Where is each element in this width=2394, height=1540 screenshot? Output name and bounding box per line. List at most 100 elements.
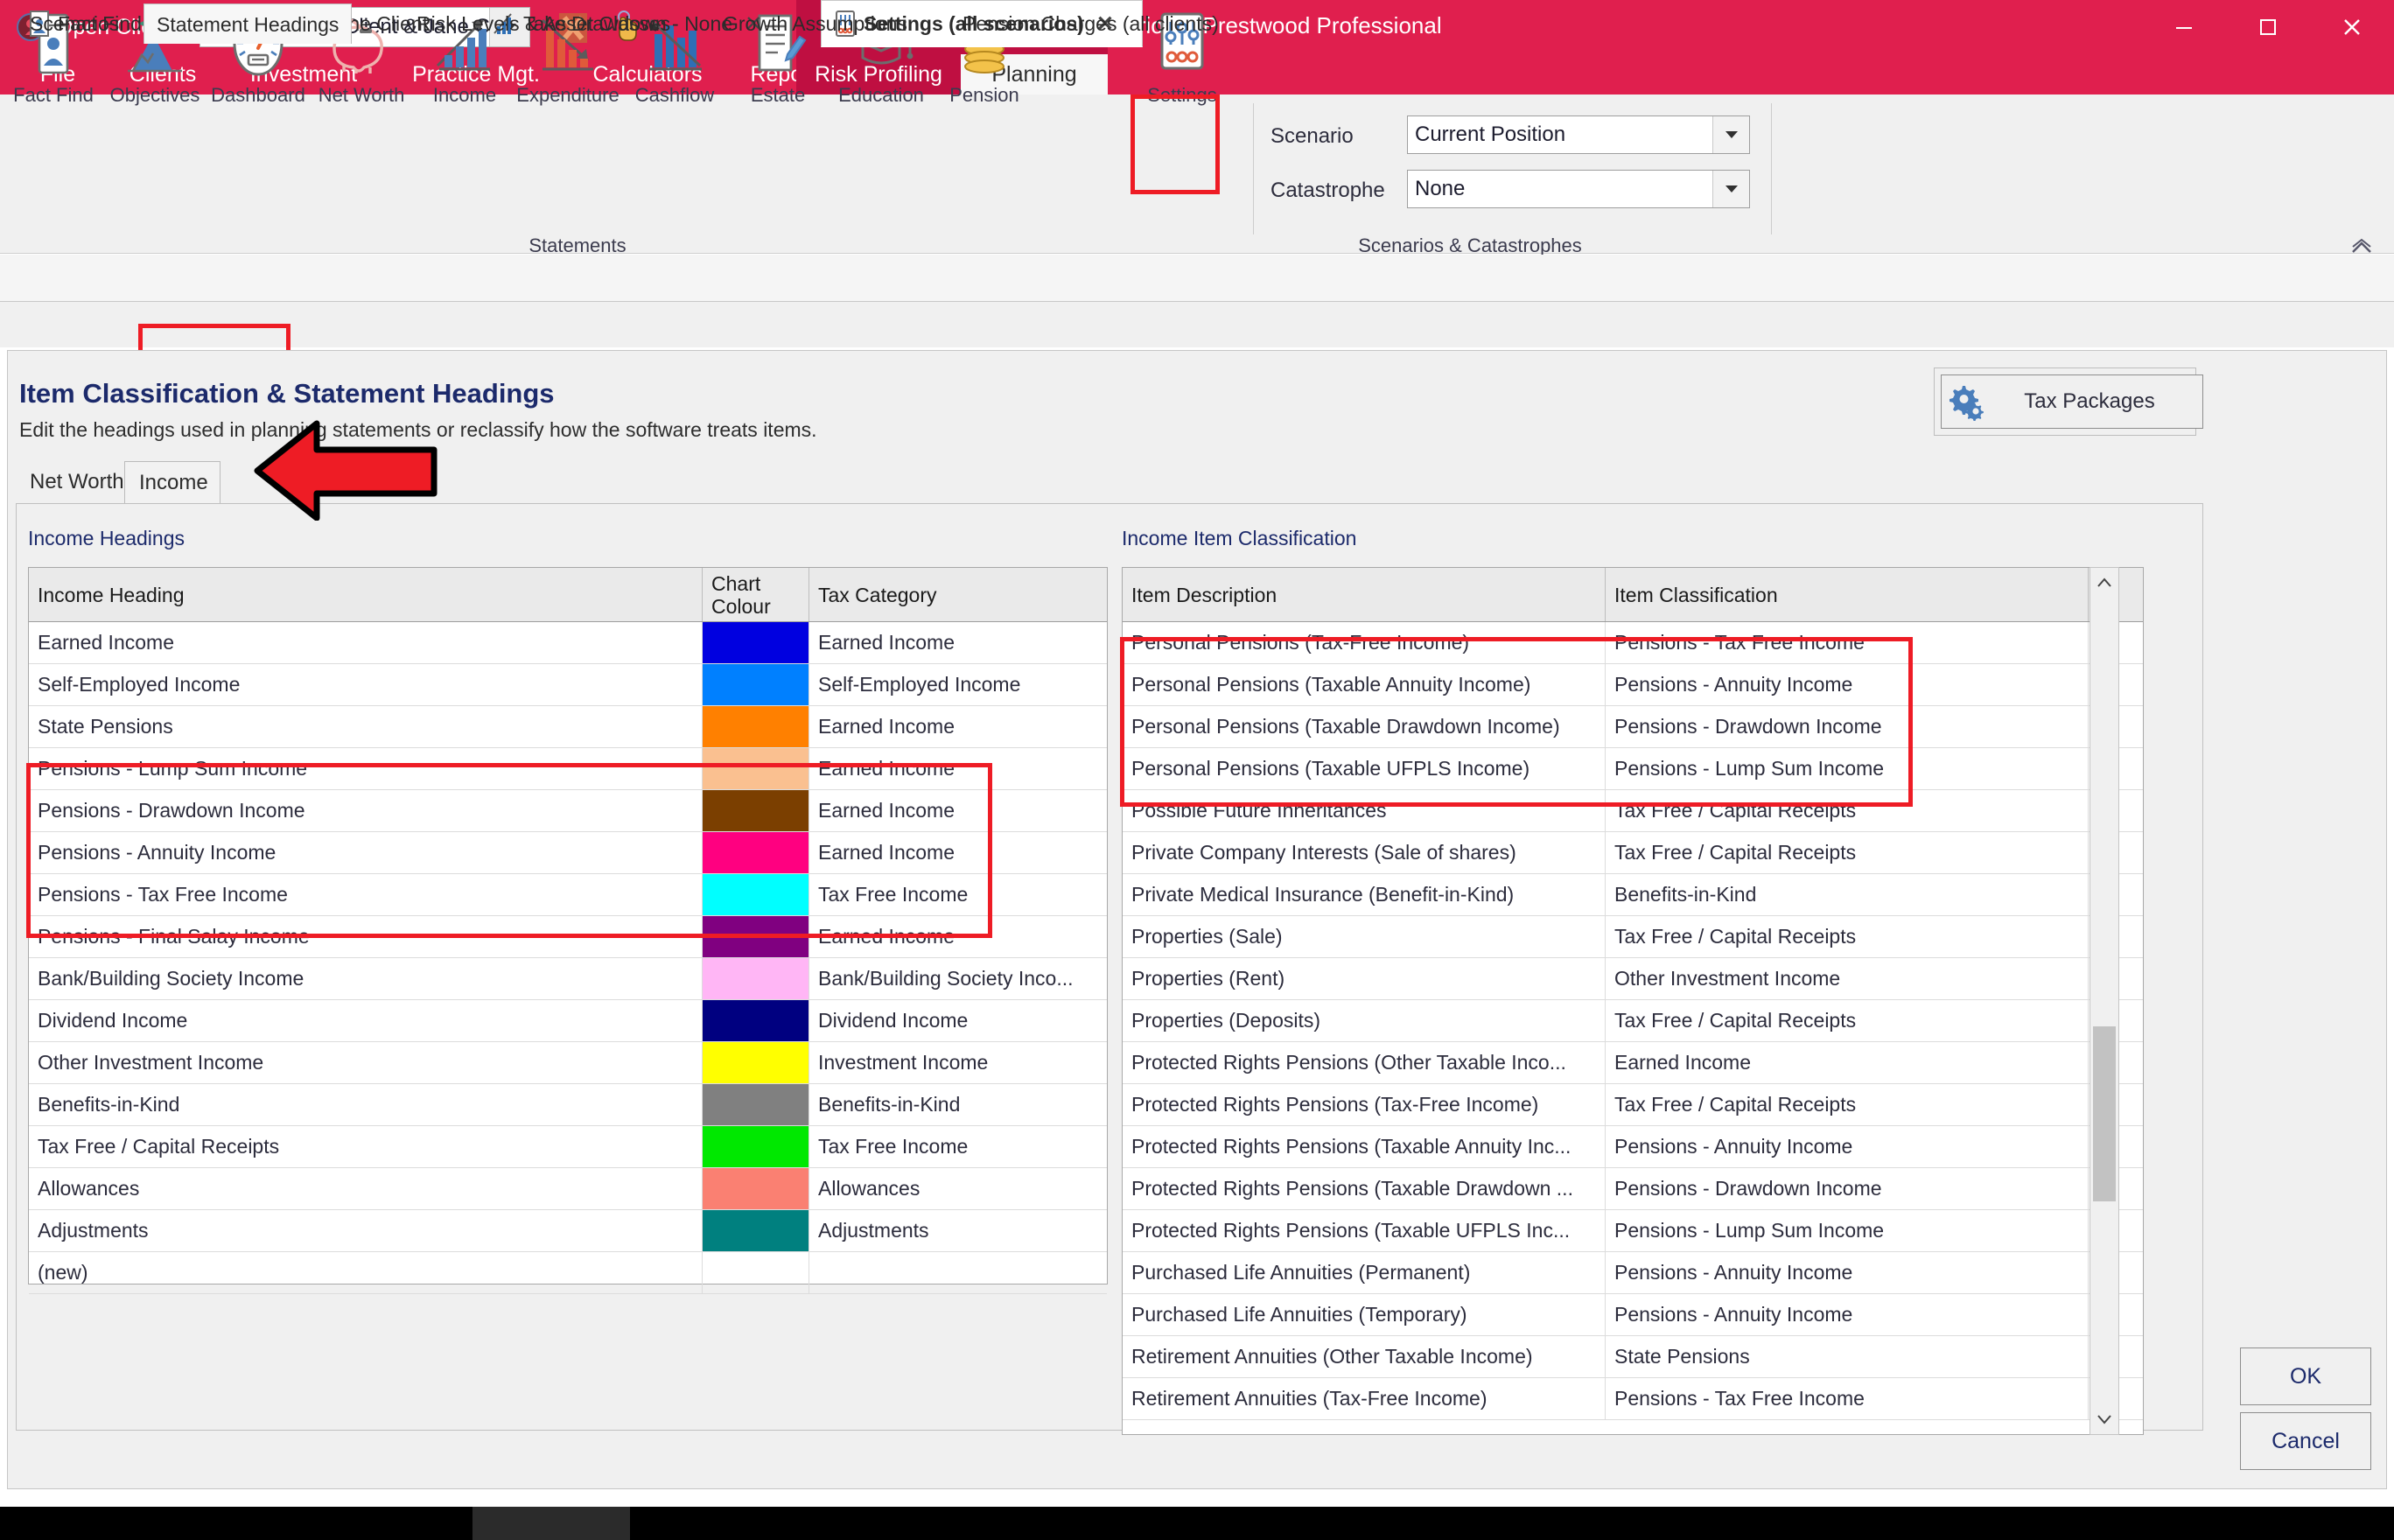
col-income-heading: Income Heading: [29, 568, 703, 621]
ribbon-label: Pension: [949, 84, 1019, 106]
table-row[interactable]: Benefits-in-Kind Benefits-in-Kind: [29, 1084, 1107, 1126]
colour-swatch: [703, 664, 808, 705]
table-row[interactable]: Properties (Sale) Tax Free / Capital Rece…: [1123, 916, 2143, 958]
income-item-classification-table[interactable]: Item Description Item Classification Per…: [1122, 567, 2144, 1435]
cell-chart-colour[interactable]: [703, 832, 809, 873]
cell-item-classification: Other Investment Income: [1606, 958, 2089, 999]
scenario-select[interactable]: Current Position: [1407, 116, 1750, 154]
tab-risk-levels-asset-classes[interactable]: Risk Levels & Asset Classes: [404, 4, 682, 44]
tab-scenarios[interactable]: Scenarios: [18, 4, 131, 44]
cell-chart-colour[interactable]: [703, 622, 809, 663]
cell-tax-category: Benefits-in-Kind: [818, 1093, 961, 1116]
table-row[interactable]: Properties (Rent) Other Investment Income: [1123, 958, 2143, 1000]
chevron-down-icon[interactable]: [1712, 116, 1749, 153]
cancel-button[interactable]: Cancel: [2240, 1412, 2371, 1470]
chevron-down-icon[interactable]: [1712, 171, 1749, 207]
cell-income-heading: Pensions - Drawdown Income: [29, 790, 703, 831]
cell-chart-colour[interactable]: [703, 916, 809, 957]
cell-tax-category: Adjustments: [818, 1219, 929, 1242]
table-row[interactable]: Personal Pensions (Tax-Free Income) Pensi…: [1123, 622, 2143, 664]
income-headings-label: Income Headings: [28, 527, 185, 550]
table-row[interactable]: Other Investment Income Investment Income: [29, 1042, 1107, 1084]
table-row[interactable]: Private Medical Insurance (Benefit-in-Ki…: [1123, 874, 2143, 916]
cell-item-classification: Pensions - Annuity Income: [1606, 1252, 2089, 1293]
cell-chart-colour[interactable]: [703, 1042, 809, 1083]
cell-chart-colour[interactable]: [703, 1000, 809, 1041]
colour-swatch: [703, 1210, 808, 1251]
table-row[interactable]: Personal Pensions (Taxable Drawdown Inco…: [1123, 706, 2143, 748]
table-row[interactable]: Personal Pensions (Taxable UFPLS Income)…: [1123, 748, 2143, 790]
table-row[interactable]: Pensions - Drawdown Income Earned Income: [29, 790, 1107, 832]
table-row[interactable]: Retirement Annuities (Tax-Free Income) Pe…: [1123, 1378, 2143, 1420]
tab-statement-headings[interactable]: Statement Headings: [144, 4, 353, 44]
table-row[interactable]: Protected Rights Pensions (Taxable UFPLS…: [1123, 1210, 2143, 1252]
table-row[interactable]: Properties (Deposits) Tax Free / Capital …: [1123, 1000, 2143, 1042]
cell-chart-colour[interactable]: [703, 748, 809, 789]
scroll-down-icon[interactable]: [2090, 1404, 2118, 1434]
settings-highlight-box: [1130, 94, 1220, 194]
tax-packages-button[interactable]: Tax Packages: [1941, 374, 2203, 429]
income-headings-table[interactable]: Income Heading Chart Colour Tax Category…: [28, 567, 1108, 1294]
table-row[interactable]: Personal Pensions (Taxable Annuity Incom…: [1123, 664, 2143, 706]
table-row[interactable]: Protected Rights Pensions (Tax-Free Inco…: [1123, 1084, 2143, 1126]
table-row[interactable]: Purchased Life Annuities (Temporary) Pens…: [1123, 1294, 2143, 1336]
table-row[interactable]: Retirement Annuities (Other Taxable Inco…: [1123, 1336, 2143, 1378]
taskbar: [0, 1507, 2394, 1540]
catastrophe-select[interactable]: None: [1407, 170, 1750, 208]
ribbon-label: Objectives: [109, 84, 200, 106]
table-row[interactable]: (new): [29, 1252, 1107, 1294]
cell-chart-colour[interactable]: [703, 790, 809, 831]
cell-chart-colour[interactable]: [703, 874, 809, 915]
ribbon-label: Estate: [750, 84, 806, 106]
table-row[interactable]: Earned Income Earned Income: [29, 622, 1107, 664]
table-row[interactable]: Allowances Allowances: [29, 1168, 1107, 1210]
ribbon-group-separator: [1253, 103, 1254, 234]
minimize-button[interactable]: [2142, 0, 2226, 54]
cell-income-heading: Adjustments: [29, 1210, 703, 1251]
tab-income[interactable]: Income: [124, 461, 220, 503]
colour-swatch: [703, 1084, 808, 1125]
taskbar-item[interactable]: [472, 1507, 630, 1540]
ok-button[interactable]: OK: [2240, 1348, 2371, 1405]
table-row[interactable]: Possible Future Inheritances Tax Free / C…: [1123, 790, 2143, 832]
cell-chart-colour[interactable]: [703, 706, 809, 747]
tab-net-worth[interactable]: Net Worth: [16, 461, 124, 503]
close-button[interactable]: [2310, 0, 2394, 54]
maximize-button[interactable]: [2226, 0, 2310, 54]
table-row[interactable]: Tax Free / Capital Receipts Tax Free Inco…: [29, 1126, 1107, 1168]
cell-chart-colour[interactable]: [703, 1210, 809, 1251]
cell-chart-colour[interactable]: [703, 1126, 809, 1167]
cell-chart-colour[interactable]: [703, 1252, 809, 1293]
cell-chart-colour[interactable]: [703, 1084, 809, 1125]
table-row[interactable]: Pensions - Final Salay Income Earned Inco…: [29, 916, 1107, 958]
col-chart-colour: Chart Colour: [703, 568, 809, 621]
table-row[interactable]: Protected Rights Pensions (Taxable Annui…: [1123, 1126, 2143, 1168]
table-row[interactable]: Protected Rights Pensions (Other Taxable…: [1123, 1042, 2143, 1084]
tab-growth-assumptions[interactable]: Growth Assumptions: [710, 4, 920, 44]
scrollbar-thumb[interactable]: [2093, 1026, 2116, 1201]
right-table-scrollbar[interactable]: [2090, 567, 2119, 1435]
table-row[interactable]: Dividend Income Dividend Income: [29, 1000, 1107, 1042]
cell-income-heading: (new): [29, 1252, 703, 1293]
cell-chart-colour[interactable]: [703, 958, 809, 999]
table-row[interactable]: Adjustments Adjustments: [29, 1210, 1107, 1252]
table-row[interactable]: Protected Rights Pensions (Taxable Drawd…: [1123, 1168, 2143, 1210]
table-row[interactable]: State Pensions Earned Income: [29, 706, 1107, 748]
table-row[interactable]: Pensions - Lump Sum Income Earned Income: [29, 748, 1107, 790]
ribbon-group-separator: [1771, 103, 1772, 234]
table-row[interactable]: Bank/Building Society Income Bank/Buildin…: [29, 958, 1107, 1000]
table-row[interactable]: Pensions - Annuity Income Earned Income: [29, 832, 1107, 874]
cell-item-description: Protected Rights Pensions (Taxable UFPLS…: [1123, 1210, 1606, 1251]
table-row[interactable]: Self-Employed Income Self-Employed Income: [29, 664, 1107, 706]
cell-chart-colour[interactable]: [703, 664, 809, 705]
cell-chart-colour[interactable]: [703, 1168, 809, 1209]
catastrophe-label: Catastrophe: [1270, 178, 1385, 202]
table-row[interactable]: Private Company Interests (Sale of share…: [1123, 832, 2143, 874]
cell-income-heading: Pensions - Annuity Income: [29, 832, 703, 873]
catastrophe-select-value: None: [1415, 177, 1466, 200]
cell-income-heading: Dividend Income: [29, 1000, 703, 1041]
scroll-up-icon[interactable]: [2090, 568, 2118, 598]
tab-pension-charges[interactable]: Pension Charges (all clients): [950, 4, 1231, 44]
table-row[interactable]: Purchased Life Annuities (Permanent) Pens…: [1123, 1252, 2143, 1294]
table-row[interactable]: Pensions - Tax Free Income Tax Free Incom…: [29, 874, 1107, 916]
